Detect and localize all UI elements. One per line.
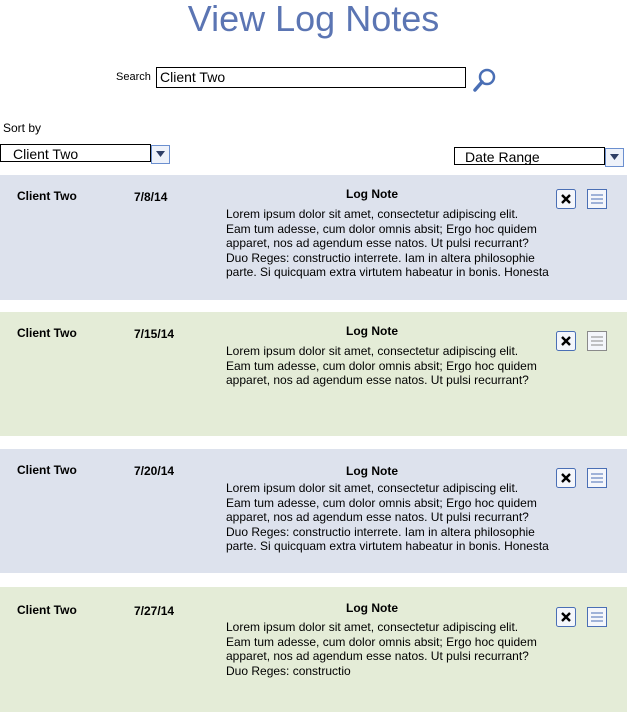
note-line: Lorem ipsum dolor sit amet, consectetur … bbox=[226, 481, 519, 495]
search-label: Search bbox=[116, 71, 151, 83]
note-line: Lorem ipsum dolor sit amet, consectetur … bbox=[226, 344, 519, 358]
log-note-card: Client Two 7/15/14 Log Note Lorem ipsum … bbox=[0, 312, 627, 436]
note-line: Lorem ipsum dolor sit amet, consectetur … bbox=[226, 620, 519, 634]
note-body: Lorem ipsum dolor sit amet, consectetur … bbox=[226, 620, 556, 678]
sort-select[interactable]: Client Two bbox=[0, 144, 170, 164]
note-heading: Log Note bbox=[346, 601, 398, 615]
note-line: apparet, nos ad agendum esse natos. Ut p… bbox=[226, 236, 529, 251]
view-note-button[interactable] bbox=[587, 468, 607, 488]
close-icon bbox=[556, 607, 576, 627]
note-line: Duo Reges: constructio bbox=[226, 663, 351, 678]
chevron-down-icon bbox=[610, 154, 619, 160]
note-client: Client Two bbox=[17, 603, 77, 617]
search-button[interactable] bbox=[472, 67, 498, 93]
document-lines-icon bbox=[587, 189, 607, 209]
close-icon bbox=[556, 331, 576, 351]
note-client: Client Two bbox=[17, 463, 77, 477]
note-date: 7/15/14 bbox=[134, 327, 175, 341]
chevron-down-icon bbox=[156, 151, 165, 157]
date-range-dropdown-button[interactable] bbox=[605, 148, 624, 167]
log-note-card: Client Two 7/20/14 Log Note Lorem ipsum … bbox=[0, 449, 627, 573]
note-date: 7/20/14 bbox=[134, 464, 175, 478]
magnifier-icon bbox=[473, 68, 496, 92]
note-line: Eam tum adesse, cum dolor omnis absit; E… bbox=[226, 495, 537, 510]
note-line: Duo Reges: constructio interrete. Iam in… bbox=[226, 250, 535, 265]
log-note-card: Client Two 7/8/14 Log Note Lorem ipsum d… bbox=[0, 175, 627, 300]
note-line: apparet, nos ad agendum esse natos. Ut p… bbox=[226, 373, 529, 388]
note-line: Eam tum adesse, cum dolor omnis absit; E… bbox=[226, 358, 537, 373]
document-lines-icon bbox=[587, 331, 607, 351]
note-client: Client Two bbox=[17, 326, 77, 340]
note-date: 7/8/14 bbox=[134, 190, 168, 204]
note-client: Client Two bbox=[17, 189, 77, 203]
view-note-button[interactable] bbox=[587, 189, 607, 209]
note-line: parte. Si quicquam extra virtutem habeat… bbox=[226, 265, 549, 280]
note-line: apparet, nos ad agendum esse natos. Ut p… bbox=[226, 649, 529, 664]
document-lines-icon bbox=[587, 607, 607, 627]
note-line: Eam tum adesse, cum dolor omnis absit; E… bbox=[226, 634, 537, 649]
log-note-card: Client Two 7/27/14 Log Note Lorem ipsum … bbox=[0, 587, 627, 712]
note-date: 7/27/14 bbox=[134, 604, 175, 618]
document-lines-icon bbox=[587, 468, 607, 488]
delete-note-button[interactable] bbox=[556, 331, 576, 351]
note-line: parte. Si quicquam extra virtutem habeat… bbox=[226, 539, 549, 554]
note-body: Lorem ipsum dolor sit amet, consectetur … bbox=[226, 344, 556, 388]
view-note-button[interactable] bbox=[587, 607, 607, 627]
sort-selected-value: Client Two bbox=[13, 146, 79, 162]
note-body: Lorem ipsum dolor sit amet, consectetur … bbox=[226, 207, 556, 280]
note-line: Lorem ipsum dolor sit amet, consectetur … bbox=[226, 207, 519, 221]
date-range-value: Date Range bbox=[465, 149, 540, 165]
note-line: apparet, nos ad agendum esse natos. Ut p… bbox=[226, 510, 529, 525]
note-line: Duo Reges: constructio interrete. Iam in… bbox=[226, 524, 535, 539]
delete-note-button[interactable] bbox=[556, 607, 576, 627]
delete-note-button[interactable] bbox=[556, 189, 576, 209]
close-icon bbox=[556, 189, 576, 209]
close-icon bbox=[556, 468, 576, 488]
view-note-button[interactable] bbox=[587, 331, 607, 351]
sort-dropdown-button[interactable] bbox=[151, 145, 170, 164]
delete-note-button[interactable] bbox=[556, 468, 576, 488]
note-heading: Log Note bbox=[346, 324, 398, 338]
page-title: View Log Notes bbox=[187, 0, 440, 39]
date-range-select[interactable]: Date Range bbox=[454, 147, 624, 167]
note-heading: Log Note bbox=[346, 464, 398, 478]
search-input[interactable]: Client Two bbox=[156, 67, 466, 88]
note-line: Eam tum adesse, cum dolor omnis absit; E… bbox=[226, 221, 537, 236]
note-heading: Log Note bbox=[346, 187, 398, 201]
note-body: Lorem ipsum dolor sit amet, consectetur … bbox=[226, 481, 556, 554]
sort-label: Sort by bbox=[3, 121, 42, 135]
